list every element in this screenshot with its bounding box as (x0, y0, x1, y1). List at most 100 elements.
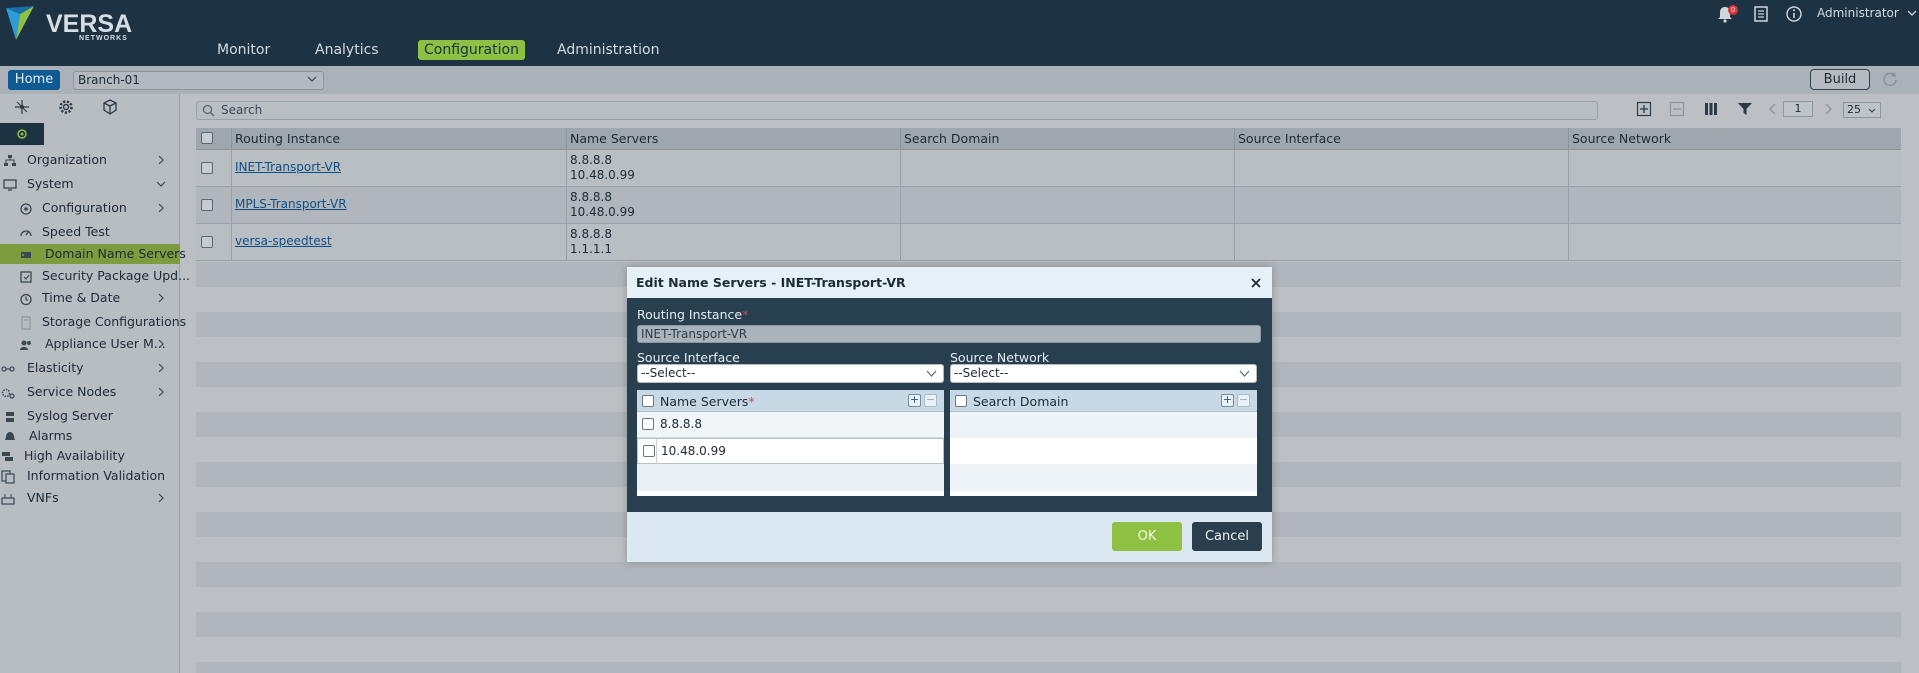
sidebar-item-speed-test[interactable]: Speed Test (0, 222, 180, 242)
select-value: --Select-- (641, 366, 696, 380)
sidebar-item-label: Information Validation (27, 468, 166, 483)
sidebar-item-domain-name-servers[interactable]: Domain Name Servers (0, 244, 186, 264)
label-text: Routing Instance (637, 307, 743, 322)
dialog-header: Edit Name Servers - INET-Transport-VR (627, 267, 1272, 298)
user-menu[interactable]: Administrator (1817, 6, 1917, 20)
page-size-value: 25 (1847, 103, 1861, 116)
table-row[interactable]: 8.8.8.8 (637, 412, 944, 438)
ok-button[interactable]: OK (1112, 522, 1182, 551)
columns-icon[interactable] (1703, 101, 1719, 117)
row-checkbox[interactable] (642, 418, 654, 430)
chevron-down-icon (1907, 10, 1917, 16)
tab-system-selected[interactable] (0, 123, 44, 145)
page-size-select[interactable]: 25 (1843, 102, 1881, 118)
sidebar-item-label: Syslog Server (27, 408, 113, 423)
column-header[interactable]: Source Network (1568, 128, 1901, 150)
sidebar-item-elasticity[interactable]: Elasticity (0, 358, 180, 378)
name-server-value: 10.48.0.99 (661, 444, 726, 458)
dns-server-icon (21, 252, 31, 258)
source-interface-select[interactable]: --Select-- (637, 364, 944, 383)
validation-icon (1, 470, 15, 484)
table-row[interactable]: MPLS-Transport-VR 8.8.8.8 10.48.0.99 (196, 187, 1901, 224)
sidebar-item-label: Storage Configurations (42, 314, 187, 329)
name-server-value: 8.8.8.8 (570, 190, 612, 204)
alarm-icon (5, 432, 15, 440)
table-row[interactable]: 10.48.0.99 (637, 438, 944, 465)
filter-icon[interactable] (1737, 101, 1753, 117)
sidebar-item-service-nodes[interactable]: Service Nodes (0, 382, 180, 402)
empty-row (950, 438, 1257, 464)
nav-monitor[interactable]: Monitor (211, 40, 276, 60)
sidebar-item-security-package[interactable]: Security Package Upd... (0, 266, 190, 286)
row-checkbox[interactable] (201, 162, 213, 174)
remove-icon[interactable] (1669, 101, 1685, 117)
refresh-icon[interactable] (1881, 70, 1899, 88)
versa-logo[interactable]: VERSA NETWORKS (4, 4, 134, 44)
routing-instance-link[interactable]: MPLS-Transport-VR (235, 197, 347, 211)
routing-instance-link[interactable]: INET-Transport-VR (235, 160, 341, 174)
notification-badge: 0 (1728, 5, 1738, 15)
row-checkbox[interactable] (201, 236, 213, 248)
cell-routing-instance: MPLS-Transport-VR (231, 187, 566, 224)
search-input[interactable]: Search (196, 101, 1598, 120)
column-header[interactable]: Name Servers (566, 128, 900, 150)
sidebar-item-label: Elasticity (27, 360, 84, 375)
build-button[interactable]: Build (1810, 69, 1870, 90)
sidebar-item-organization[interactable]: Organization (0, 150, 180, 170)
sidebar-item-configuration[interactable]: Configuration (0, 198, 180, 218)
column-header[interactable]: Search Domain (900, 128, 1234, 150)
chevron-right-icon (158, 339, 164, 349)
source-interface-label: Source Interface (637, 350, 740, 365)
clock-icon (20, 293, 32, 306)
edit-name-servers-dialog: Edit Name Servers - INET-Transport-VR Ro… (627, 267, 1272, 562)
sidebar-item-storage-configurations[interactable]: Storage Configurations (0, 312, 186, 332)
source-network-select[interactable]: --Select-- (950, 364, 1257, 383)
tab-objects[interactable] (88, 94, 132, 120)
nav-administration[interactable]: Administration (551, 40, 665, 60)
sidebar-item-syslog-server[interactable]: Syslog Server (0, 406, 180, 426)
cancel-button[interactable]: Cancel (1192, 522, 1262, 551)
sidebar-item-time-date[interactable]: Time & Date (0, 288, 180, 308)
table-row[interactable]: versa-speedtest 8.8.8.8 1.1.1.1 (196, 224, 1901, 261)
cell-source-interface (1234, 150, 1568, 187)
name-servers-header-label: Name Servers* (660, 394, 755, 409)
close-icon[interactable] (1249, 276, 1263, 290)
sidebar-item-system[interactable]: System (0, 174, 180, 194)
remove-name-server-button[interactable]: − (924, 394, 937, 407)
cell-name-servers: 8.8.8.8 10.48.0.99 (566, 187, 900, 224)
row-checkbox[interactable] (201, 199, 213, 211)
row-checkbox[interactable] (643, 445, 655, 457)
tab-settings[interactable] (44, 94, 88, 120)
task-list-icon[interactable] (1752, 5, 1770, 23)
device-select[interactable]: Branch-01 (73, 71, 324, 90)
nav-analytics[interactable]: Analytics (309, 40, 385, 60)
sidebar-item-alarms[interactable]: Alarms (0, 426, 180, 446)
page-number-input[interactable]: 1 (1783, 101, 1813, 117)
column-header[interactable]: Source Interface (1234, 128, 1568, 150)
next-page-icon[interactable] (1820, 101, 1836, 117)
sidebar-item-high-availability[interactable]: High Availability (0, 446, 180, 466)
add-name-server-button[interactable]: + (908, 394, 921, 407)
sidebar-item-vnfs[interactable]: VNFs (0, 488, 180, 508)
required-marker: * (748, 394, 755, 409)
select-all-checkbox[interactable] (201, 132, 213, 144)
previous-page-icon[interactable] (1765, 101, 1781, 117)
info-icon[interactable] (1785, 5, 1803, 23)
routing-instance-field[interactable]: INET-Transport-VR (637, 325, 1261, 343)
sidebar-item-appliance-user[interactable]: Appliance User M... (0, 334, 180, 354)
nav-configuration[interactable]: Configuration (418, 40, 525, 60)
cell-search-domain (900, 150, 1234, 187)
select-all-checkbox[interactable] (642, 395, 654, 407)
routing-instance-link[interactable]: versa-speedtest (235, 234, 332, 248)
tab-network-config[interactable] (0, 94, 44, 120)
remove-search-domain-button[interactable]: − (1237, 394, 1250, 407)
table-row[interactable]: INET-Transport-VR 8.8.8.8 10.48.0.99 (196, 150, 1901, 187)
add-icon[interactable] (1636, 101, 1652, 117)
home-button[interactable]: Home (8, 70, 60, 90)
select-all-checkbox[interactable] (955, 395, 967, 407)
users-icon (20, 340, 31, 350)
sidebar-item-information-validation[interactable]: Information Validation (0, 466, 180, 486)
versa-logo-icon (6, 6, 34, 40)
column-header[interactable]: Routing Instance (231, 128, 568, 150)
add-search-domain-button[interactable]: + (1221, 394, 1234, 407)
